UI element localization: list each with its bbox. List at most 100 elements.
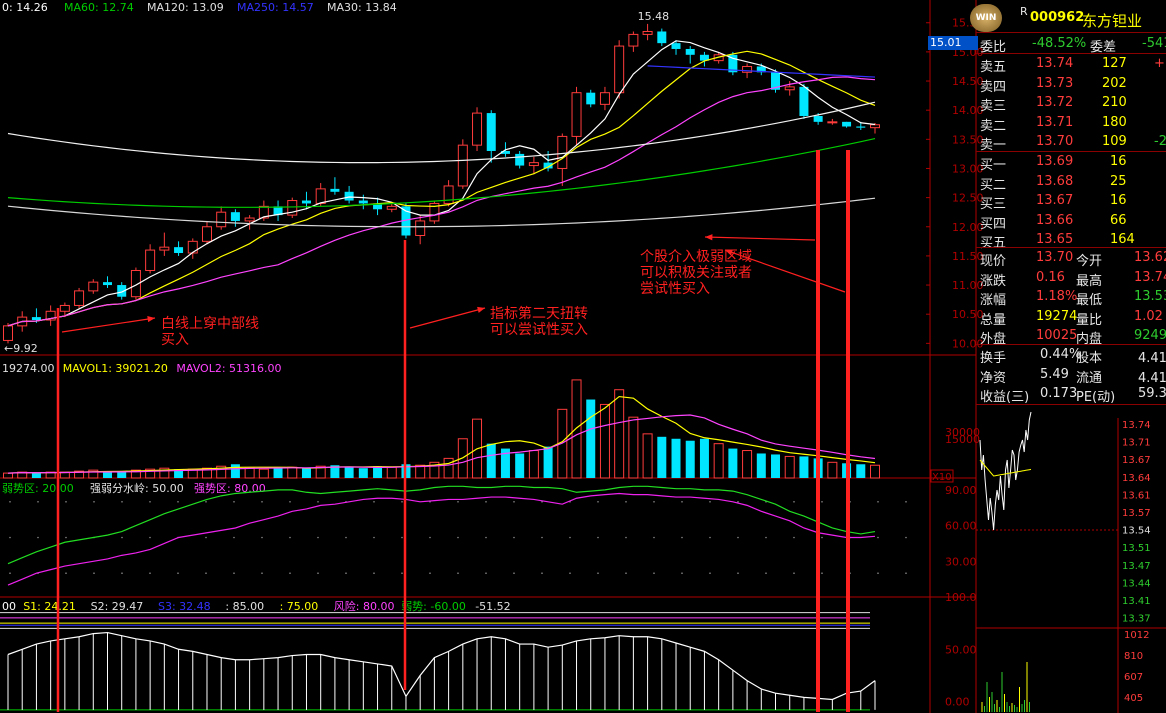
quote-row: 外盘 10025 内盘 9249 bbox=[978, 326, 1166, 347]
ind2-legend: 弱势: -60.00 bbox=[401, 600, 466, 613]
quote-row-cell: 最低 bbox=[1076, 293, 1103, 308]
buy-row-cell: 25 bbox=[1110, 173, 1127, 189]
stock-code[interactable]: 000962 bbox=[1030, 10, 1084, 25]
grid-dot bbox=[681, 572, 683, 574]
sell-row-cell: 13.70 bbox=[1036, 134, 1074, 149]
candle-body-up bbox=[827, 121, 838, 124]
sell-row-cell: 卖四 bbox=[980, 79, 1007, 95]
quote-row-cell: 现价 bbox=[980, 254, 1007, 269]
risk-indicator bbox=[0, 612, 876, 711]
volume-bar-down bbox=[671, 438, 681, 478]
volume-bar-down bbox=[515, 453, 525, 478]
ind2-tick: 100.0 bbox=[945, 591, 977, 604]
annotation-text: 可以积极关注或者 bbox=[640, 265, 752, 281]
ind2-legend: 风险: 80.00 bbox=[334, 599, 395, 613]
fund-row-cell: 4.41亿 bbox=[1138, 370, 1166, 386]
fund-row-cell: 净资 bbox=[980, 370, 1007, 386]
volume-bars bbox=[3, 379, 880, 479]
candle-body-down bbox=[685, 48, 695, 55]
grid-dot bbox=[793, 536, 795, 539]
volume-bar-up bbox=[258, 468, 269, 479]
candle-body-down bbox=[102, 282, 112, 286]
fund-row-cell: 换手 bbox=[980, 351, 1007, 366]
mini-price-tick: 13.67 bbox=[1122, 455, 1151, 466]
candle-body-down bbox=[856, 126, 866, 128]
volume-bar-up bbox=[713, 443, 724, 479]
candle-body-up bbox=[642, 30, 653, 35]
grid-dot bbox=[569, 572, 571, 574]
arrow-head bbox=[147, 316, 155, 323]
candle-body-down bbox=[813, 116, 823, 122]
candle-body-down bbox=[657, 31, 667, 44]
grid-dot bbox=[653, 536, 655, 539]
candle-body-down bbox=[174, 247, 184, 253]
stock-name[interactable]: 东方钽业 bbox=[1082, 10, 1142, 31]
ind1-legend: 强弱分水岭: 50.00 bbox=[90, 481, 184, 495]
candle-body-up bbox=[599, 92, 610, 105]
volume-bar-down bbox=[771, 454, 781, 478]
mini-price-tick: 13.44 bbox=[1122, 578, 1151, 589]
grid-dot bbox=[149, 501, 151, 503]
volume-bar-down bbox=[273, 468, 283, 478]
grid-dot bbox=[681, 536, 683, 539]
buy-row: 买四 13.66 66 bbox=[978, 211, 1166, 232]
candle-body-up bbox=[187, 240, 198, 254]
grid-dot bbox=[793, 572, 795, 574]
grid-dot bbox=[317, 536, 319, 539]
grid-dot bbox=[373, 536, 375, 539]
grid-dot bbox=[289, 536, 291, 539]
grid-dot bbox=[121, 572, 123, 574]
ind2-legend: -51.52 bbox=[475, 600, 510, 613]
grid-dot bbox=[737, 572, 739, 574]
grid-dot bbox=[149, 536, 151, 539]
grid-dot bbox=[233, 572, 235, 574]
grid-dot bbox=[177, 572, 179, 574]
ind2-legend: : 85.00 bbox=[225, 600, 264, 613]
volume-bar-down bbox=[856, 464, 866, 478]
vol-tick: 15000 bbox=[945, 433, 980, 446]
ma-legend: MA250: 14.57 bbox=[237, 1, 314, 14]
volume-bar-up bbox=[528, 450, 539, 479]
annotation-arrow bbox=[704, 236, 816, 241]
sell-row-cell: 13.72 bbox=[1036, 95, 1074, 110]
grid-dot bbox=[737, 536, 739, 539]
candlestick-series bbox=[3, 23, 880, 344]
volume-bar-down bbox=[486, 443, 496, 478]
fund-row-cell: PE(动) bbox=[1076, 390, 1116, 405]
candle-body-down bbox=[301, 200, 311, 204]
candle-body-down bbox=[799, 86, 809, 117]
candle-body-down bbox=[586, 92, 596, 105]
fund-row-cell: 5.49 bbox=[1040, 366, 1069, 382]
buy-row-cell: 买二 bbox=[980, 177, 1007, 193]
ind2-legend: 00 bbox=[2, 600, 16, 613]
quote-row-cell: 量比 bbox=[1076, 312, 1103, 328]
quote-row-cell: 9249 bbox=[1134, 328, 1166, 343]
volume-bar-down bbox=[543, 446, 553, 478]
ind1-tick: 60.00 bbox=[945, 520, 977, 533]
grid-dot bbox=[233, 501, 235, 503]
volume-bar-up bbox=[742, 450, 753, 479]
grid-dot bbox=[457, 501, 459, 503]
grid-dot bbox=[65, 536, 67, 539]
candle-body-up bbox=[386, 205, 397, 210]
grid-dot bbox=[485, 501, 487, 503]
quote-row: 涨幅 1.18%最低 13.53 bbox=[978, 287, 1166, 308]
candle-body-down bbox=[671, 43, 681, 49]
sell-row-cell: 202 bbox=[1102, 75, 1127, 91]
grid-dot bbox=[37, 536, 39, 539]
candle-body-up bbox=[74, 290, 85, 306]
low-marker: ←9.92 bbox=[4, 342, 38, 355]
ind1-legend: 弱势区: 20.00 bbox=[2, 482, 74, 495]
quote-row: 现价 13.70今开 13.62 bbox=[978, 248, 1166, 269]
sell-row-cell: 13.73 bbox=[1036, 75, 1074, 91]
ma120-line bbox=[7, 101, 876, 164]
grid-dot bbox=[793, 501, 795, 503]
grid-dot bbox=[289, 572, 291, 574]
candle-body-down bbox=[486, 113, 496, 151]
quote-row: 涨跌 0.16 最高 13.74 bbox=[978, 268, 1166, 289]
volume-bar-down bbox=[301, 468, 311, 478]
fund-row: 净资 5.49 流通 4.41亿 bbox=[978, 365, 1166, 386]
annotation-arrow bbox=[61, 317, 156, 333]
volume-bar-up bbox=[386, 466, 397, 479]
grid-dot bbox=[121, 501, 123, 503]
